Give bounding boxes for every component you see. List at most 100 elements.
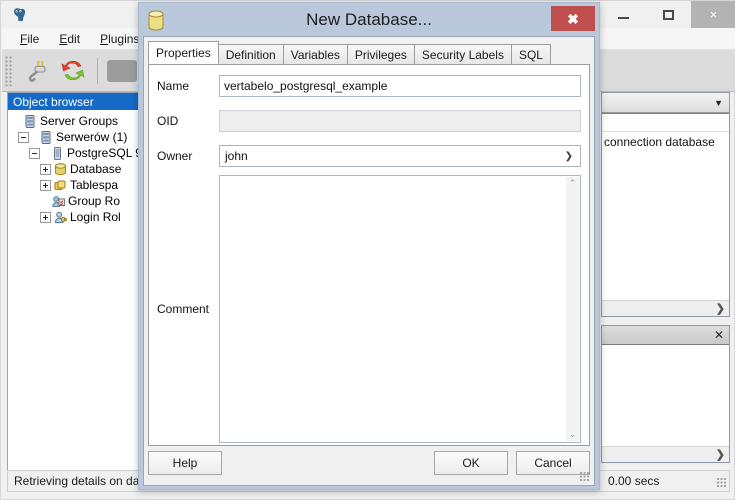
screen-root: × File Edit Plugins (0, 0, 735, 500)
window-controls: × (601, 1, 735, 28)
name-label: Name (157, 79, 219, 93)
scroll-down-icon[interactable]: ⌄ (569, 428, 577, 441)
expand-expander-icon[interactable] (40, 212, 51, 223)
tab-label: Security Labels (422, 48, 504, 62)
status-duration: 0.00 secs (598, 473, 729, 489)
oid-input (219, 110, 581, 132)
messages-panel-body[interactable]: ❯ (602, 344, 729, 462)
comment-row: Comment ⌃ ⌄ (149, 175, 589, 443)
tree-item-tablespaces[interactable]: Tablespa (8, 177, 140, 193)
server-icon (50, 146, 64, 160)
owner-select[interactable]: john ❯ (219, 145, 581, 167)
name-row: Name (149, 75, 589, 97)
chevron-down-icon: ❯ (565, 146, 573, 166)
tree-item-login-roles[interactable]: Login Rol (8, 209, 140, 225)
login-role-icon (53, 210, 67, 224)
tree-item-databases[interactable]: Database (8, 161, 140, 177)
expand-expander-icon[interactable] (40, 180, 51, 191)
properties-panel-header-row (602, 114, 729, 132)
comment-field-wrapper: ⌃ ⌄ (219, 175, 581, 443)
tab-security-labels[interactable]: Security Labels (414, 44, 512, 64)
close-icon[interactable]: × (691, 1, 735, 28)
tab-sql[interactable]: SQL (511, 44, 551, 64)
new-database-dialog: New Database... ✖ Properties Definition … (138, 2, 600, 490)
disabled-tool-icon[interactable] (105, 54, 139, 88)
next-arrow-icon[interactable]: ❯ (716, 448, 725, 461)
status-duration-text: 0.00 secs (608, 474, 659, 488)
tree-item-server-groups[interactable]: Server Groups (8, 113, 140, 129)
tablespace-icon (53, 178, 67, 192)
ok-button[interactable]: OK (434, 451, 508, 475)
server-group-icon (39, 130, 53, 144)
dialog-titlebar[interactable]: New Database... ✖ (139, 3, 599, 39)
messages-panel: ✕ ❯ (601, 325, 730, 463)
tree-item-label: Group Ro (68, 194, 120, 208)
owner-row: Owner john ❯ (149, 145, 589, 167)
object-browser-panel: Object browser Server Groups (7, 92, 141, 470)
resize-grip-icon[interactable] (717, 478, 726, 487)
server-group-icon (23, 114, 37, 128)
messages-panel-footer: ❯ (602, 446, 729, 462)
refresh-icon[interactable] (56, 54, 90, 88)
connect-plug-icon[interactable] (18, 54, 52, 88)
tree-item-label: Database (70, 162, 121, 176)
comment-scrollbar[interactable]: ⌃ ⌄ (566, 177, 579, 441)
tab-label: SQL (519, 48, 543, 62)
collapse-expander-icon[interactable] (29, 148, 40, 159)
name-input[interactable] (219, 75, 581, 97)
menu-file[interactable]: File (10, 30, 49, 48)
properties-panel-text: connection database (602, 132, 729, 149)
tree-item-label: Serwerów (1) (56, 130, 127, 144)
expand-expander-icon[interactable] (40, 164, 51, 175)
tree-item-label: PostgreSQL 9 (67, 146, 140, 160)
help-button[interactable]: Help (148, 451, 222, 475)
oid-label: OID (157, 114, 219, 128)
tab-label: Privileges (355, 48, 407, 62)
comment-label: Comment (157, 302, 219, 316)
tab-label: Definition (226, 48, 276, 62)
owner-label: Owner (157, 149, 219, 163)
properties-panel-footer: ❯ (602, 300, 729, 316)
tree-item-label: Server Groups (40, 114, 118, 128)
dialog-content: Properties Definition Variables Privileg… (143, 36, 595, 486)
tab-variables[interactable]: Variables (283, 44, 348, 64)
tree-item-label: Login Rol (70, 210, 121, 224)
dialog-button-bar: Help OK Cancel (148, 450, 590, 476)
toolbar-separator (97, 58, 98, 84)
dialog-resize-grip-icon[interactable] (580, 472, 590, 482)
properties-tab-page: Name OID Owner john ❯ Comment (148, 64, 590, 446)
menu-edit[interactable]: Edit (49, 30, 90, 48)
postgresql-elephant-icon (9, 5, 29, 25)
maximize-icon[interactable] (646, 1, 691, 28)
cancel-button[interactable]: Cancel (516, 451, 590, 475)
tree-item-group-roles[interactable]: Group Ro (8, 193, 140, 209)
scroll-up-icon[interactable]: ⌃ (569, 177, 577, 190)
collapse-expander-icon[interactable] (18, 132, 29, 143)
tab-definition[interactable]: Definition (218, 44, 284, 64)
database-icon (53, 162, 67, 176)
group-role-icon (51, 194, 65, 208)
toolbar-grip[interactable] (5, 56, 12, 86)
tree-item-serwerow[interactable]: Serwerów (1) (8, 129, 140, 145)
tab-properties[interactable]: Properties (148, 41, 219, 64)
tab-privileges[interactable]: Privileges (347, 44, 415, 64)
minimize-icon[interactable] (601, 1, 646, 28)
oid-row: OID (149, 110, 589, 132)
tree-item-postgresql-server[interactable]: PostgreSQL 9 (8, 145, 140, 161)
tab-label: Variables (291, 48, 340, 62)
dialog-title: New Database... (139, 10, 599, 30)
properties-panel-toolbar: ▼ (602, 93, 729, 113)
collapse-down-icon[interactable]: ▼ (714, 98, 723, 108)
properties-panel-body[interactable]: connection database ❯ (602, 113, 729, 316)
messages-panel-titlebar: ✕ (602, 326, 729, 344)
object-browser-tree[interactable]: Server Groups Serwerów (1) (8, 110, 140, 472)
dialog-close-button[interactable]: ✖ (551, 6, 595, 31)
next-arrow-icon[interactable]: ❯ (716, 302, 725, 315)
properties-panel: ▼ connection database ❯ (601, 92, 730, 317)
tab-label: Properties (156, 46, 211, 60)
object-browser-title: Object browser (8, 93, 140, 110)
comment-textarea[interactable] (220, 176, 580, 442)
tree-item-label: Tablespa (70, 178, 118, 192)
owner-selected-value: john (220, 149, 248, 163)
close-icon[interactable]: ✕ (714, 328, 724, 342)
